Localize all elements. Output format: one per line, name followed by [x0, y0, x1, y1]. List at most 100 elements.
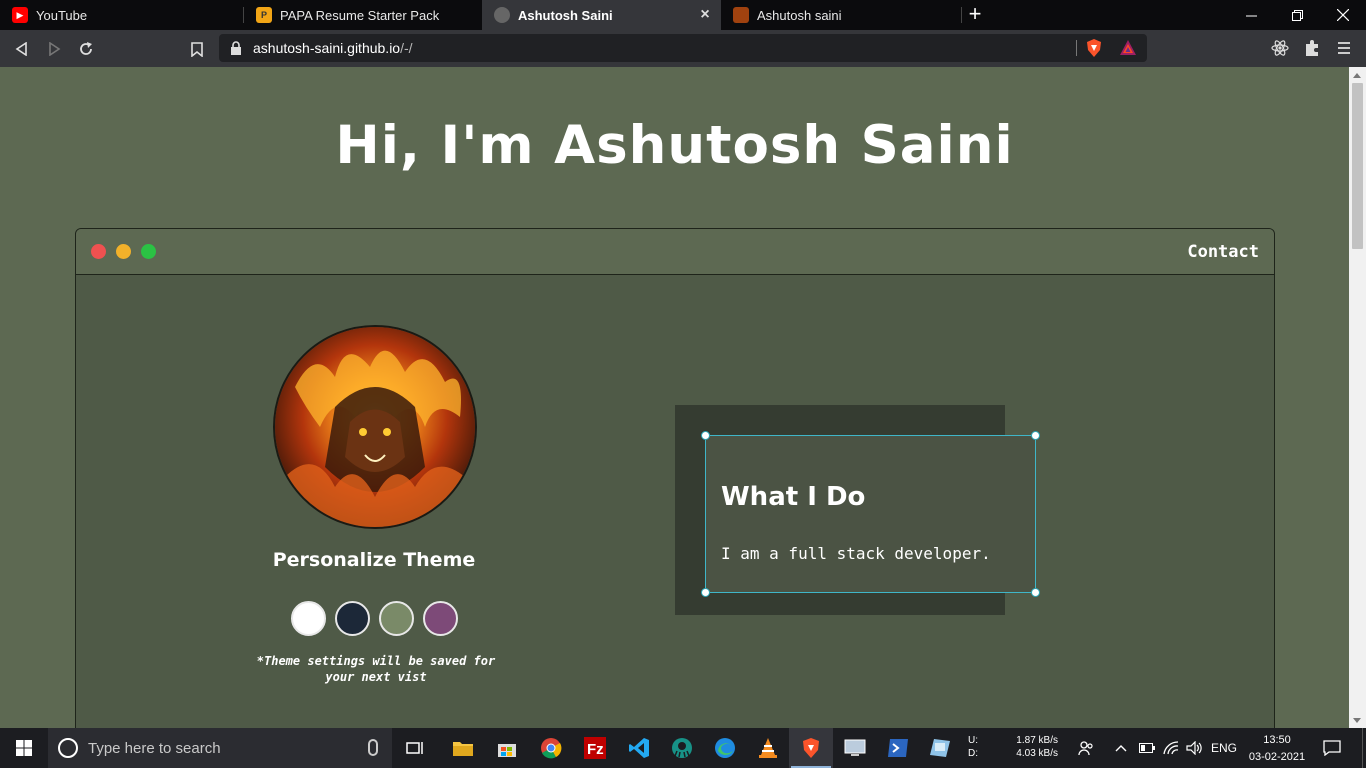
show-hidden-icons-button[interactable]: [1115, 728, 1129, 768]
address-divider: [1076, 40, 1077, 56]
start-button[interactable]: [0, 728, 48, 768]
resize-handle-top-left[interactable]: [701, 431, 710, 440]
vscode-app[interactable]: [617, 728, 661, 768]
portfolio-window: Contact Personalize Theme *Theme setting…: [75, 228, 1275, 728]
what-i-do-card: What I Do I am a full stack developer.: [675, 405, 1040, 615]
scroll-down-icon[interactable]: [1353, 718, 1361, 723]
tab-youtube[interactable]: ▶ YouTube: [0, 0, 243, 30]
theme-swatch-white[interactable]: [291, 601, 326, 636]
scroll-up-icon[interactable]: [1353, 73, 1361, 78]
store-bag-icon: [498, 744, 516, 757]
powershell-app[interactable]: [876, 728, 920, 768]
vlc-icon: [759, 738, 777, 758]
volume-button[interactable]: [1186, 728, 1204, 768]
net-up-rate: 1.87 kB/s: [1016, 735, 1058, 746]
net-up-label: U:: [968, 735, 978, 746]
page-scrollbar[interactable]: [1349, 67, 1366, 728]
web-page: Hi, I'm Ashutosh Saini Contact Personali…: [0, 67, 1349, 728]
close-dot: [91, 244, 106, 259]
task-view-button[interactable]: [394, 728, 438, 768]
what-i-do-body: I am a full stack developer.: [721, 544, 991, 563]
filezilla-icon: Fz: [584, 737, 606, 759]
tab-title: YouTube: [36, 7, 88, 23]
folder-icon: [453, 742, 473, 756]
theme-swatch-purple[interactable]: [423, 601, 458, 636]
minimize-icon: [1245, 15, 1257, 16]
gitkraken-icon: [672, 738, 692, 758]
gitkraken-app[interactable]: [660, 728, 704, 768]
minimize-dot: [116, 244, 131, 259]
restore-icon: [1291, 9, 1303, 21]
edge-app[interactable]: [703, 728, 747, 768]
people-button[interactable]: [1078, 728, 1098, 768]
url-host: ashutosh-saini.github.io: [253, 40, 401, 56]
extensions-puzzle-icon[interactable]: [1303, 39, 1321, 57]
globe-icon: [494, 7, 510, 23]
utility-app[interactable]: [918, 728, 962, 768]
speaker-icon: [1186, 741, 1202, 755]
tab-ashutosh-saini[interactable]: Ashutosh Saini ×: [482, 0, 721, 30]
restore-button[interactable]: [1274, 0, 1320, 30]
svg-text:Fz: Fz: [587, 741, 604, 758]
tab-title: Ashutosh Saini: [518, 7, 613, 23]
chrome-app[interactable]: [529, 728, 573, 768]
lock-icon: [231, 41, 241, 55]
theme-swatch-dark-navy[interactable]: [335, 601, 370, 636]
tab-ashutosh-saini-2[interactable]: Ashutosh saini: [721, 0, 961, 30]
scrollbar-thumb[interactable]: [1352, 83, 1363, 249]
new-tab-button[interactable]: +: [962, 3, 988, 27]
monitor-icon: [844, 739, 866, 756]
notification-icon: [1323, 740, 1341, 756]
brave-shields-icon[interactable]: [1085, 39, 1103, 57]
what-i-do-title: What I Do: [721, 482, 866, 512]
forward-button[interactable]: [43, 38, 65, 60]
battery-button[interactable]: [1139, 728, 1157, 768]
contact-link[interactable]: Contact: [1187, 242, 1259, 262]
theme-swatch-sage[interactable]: [379, 601, 414, 636]
extension-react-icon[interactable]: [1271, 39, 1289, 57]
file-explorer-app[interactable]: [441, 728, 485, 768]
hyper-v-app[interactable]: [833, 728, 877, 768]
brave-rewards-icon[interactable]: [1119, 39, 1137, 57]
resize-handle-top-right[interactable]: [1031, 431, 1040, 440]
resize-handle-bottom-right[interactable]: [1031, 588, 1040, 597]
menu-icon[interactable]: [1335, 39, 1353, 57]
net-down-rate: 4.03 kB/s: [1016, 748, 1058, 759]
reload-icon: [80, 42, 92, 55]
vlc-app[interactable]: [746, 728, 790, 768]
windows-logo-icon: [16, 740, 32, 756]
brave-icon: [803, 738, 819, 758]
close-window-button[interactable]: [1320, 0, 1366, 30]
back-button[interactable]: [11, 38, 33, 60]
hero-title: Hi, I'm Ashutosh Saini: [335, 115, 1014, 176]
minimize-button[interactable]: [1228, 0, 1274, 30]
chrome-icon: [541, 738, 562, 759]
close-tab-icon[interactable]: ×: [697, 7, 713, 23]
brave-app[interactable]: [789, 728, 833, 768]
lion-icon: [733, 7, 749, 23]
microphone-icon[interactable]: [368, 739, 378, 756]
windows-taskbar: Type here to search Fz U: 1.87 kB/s D: 4…: [0, 728, 1366, 768]
wifi-button[interactable]: [1163, 728, 1181, 768]
microsoft-store-app[interactable]: [485, 728, 529, 768]
search-placeholder: Type here to search: [88, 739, 221, 757]
resize-handle-bottom-left[interactable]: [701, 588, 710, 597]
close-icon: [1337, 9, 1349, 21]
show-desktop-button[interactable]: [1362, 728, 1366, 768]
theme-note-line1: *Theme settings will be saved for: [256, 654, 496, 668]
taskbar-clock[interactable]: 13:50 03-02-2021: [1244, 732, 1310, 766]
net-down-label: D:: [968, 748, 978, 759]
bookmark-button[interactable]: [186, 38, 208, 60]
fire-lion-avatar-image: [275, 327, 475, 527]
tab-papa-resume[interactable]: P PAPA Resume Starter Pack: [244, 0, 482, 30]
taskbar-search[interactable]: Type here to search: [48, 728, 392, 768]
language-indicator[interactable]: ENG: [1211, 728, 1239, 768]
address-bar[interactable]: ashutosh-saini.github.io /-/: [219, 34, 1147, 62]
filezilla-app[interactable]: Fz: [573, 728, 617, 768]
reload-button[interactable]: [75, 38, 97, 60]
clock-date: 03-02-2021: [1248, 751, 1306, 763]
what-i-do-selected-box[interactable]: What I Do I am a full stack developer.: [701, 431, 1040, 597]
browser-tab-strip: ▶ YouTube P PAPA Resume Starter Pack Ash…: [0, 0, 1366, 30]
notifications-button[interactable]: [1323, 728, 1343, 768]
bookmark-icon: [191, 41, 203, 57]
